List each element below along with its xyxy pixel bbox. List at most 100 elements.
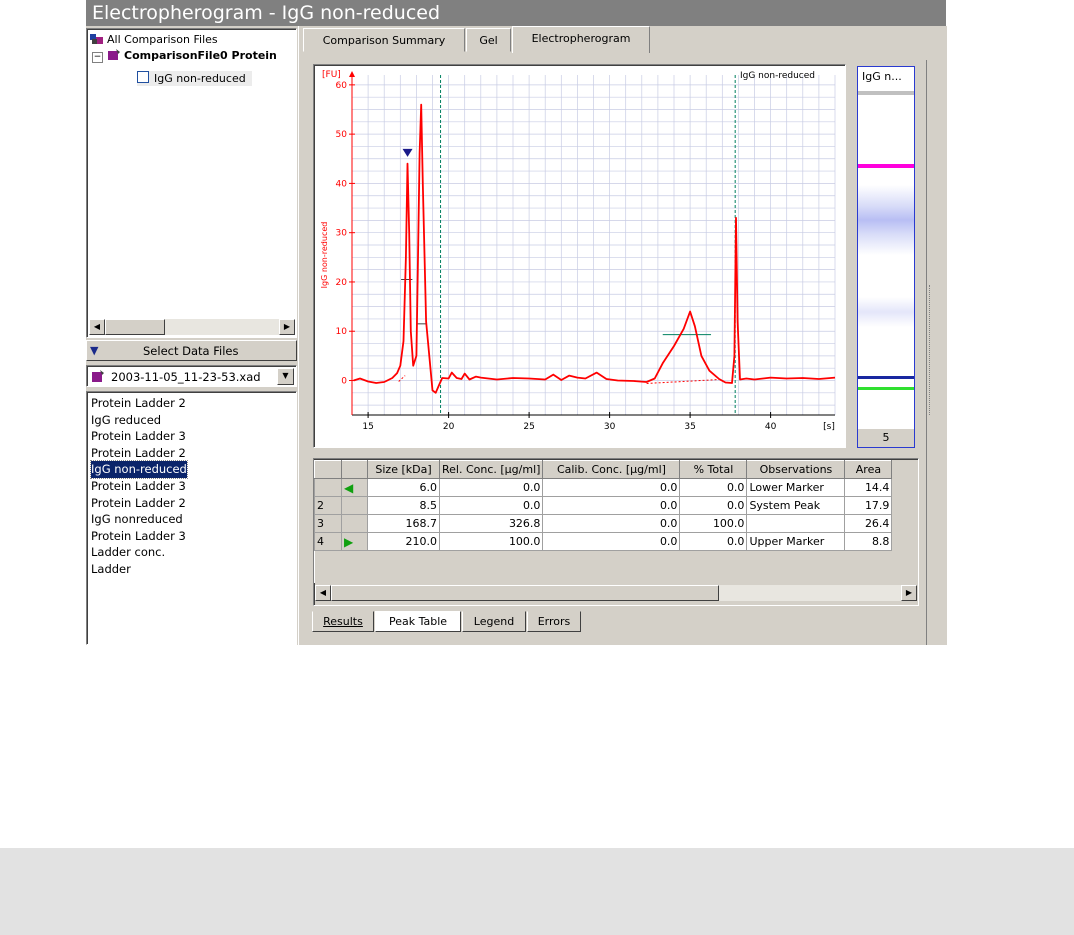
y-tick-label: 60	[336, 81, 348, 91]
x-tick-label: 35	[684, 422, 695, 432]
cell-area: 14.4	[844, 478, 893, 497]
cell-observations: Lower Marker	[746, 478, 846, 497]
row-header: 4	[314, 532, 342, 551]
cell-calib-conc: 0.0	[542, 514, 681, 533]
y-tick-label: 30	[336, 229, 348, 239]
comparison-tree[interactable]: All Comparison Files − ComparisonFile0 P…	[86, 28, 297, 338]
scroll-left-icon[interactable]: ◀	[89, 319, 105, 335]
row-header: 3	[314, 514, 342, 533]
col-header[interactable]	[314, 460, 342, 479]
col-header-rel-conc[interactable]: Rel. Conc. [µg/ml]	[438, 460, 544, 479]
sample-list-item[interactable]: IgG nonreduced	[91, 511, 183, 528]
cell-observations	[746, 514, 846, 533]
y-unit-label: [FU]	[322, 70, 341, 80]
marker-cell	[341, 514, 368, 533]
y-tick-label: 0	[341, 377, 347, 387]
col-header[interactable]	[341, 460, 368, 479]
tab-results[interactable]: Results	[312, 611, 374, 632]
sample-list-item[interactable]: Protein Ladder 3	[91, 428, 186, 445]
sample-list-item[interactable]: IgG reduced	[91, 412, 161, 429]
sample-list-item[interactable]: Protein Ladder 3	[91, 478, 186, 495]
x-tick-label: 30	[604, 422, 616, 432]
gel-lane-label: IgG n...	[858, 67, 914, 95]
col-header-pct-total[interactable]: % Total	[679, 460, 748, 479]
peak-table[interactable]: Size [kDa] Rel. Conc. [µg/ml] Calib. Con…	[314, 460, 893, 583]
cell-size: 168.7	[367, 514, 440, 533]
comparison-files-icon	[90, 33, 104, 45]
dropdown-arrow-icon[interactable]: ▼	[277, 368, 294, 385]
cell-calib-conc: 0.0	[542, 532, 681, 551]
cell-size: 6.0	[367, 478, 440, 497]
expand-triangle-icon[interactable]: ▼	[90, 344, 98, 357]
table-row[interactable]: 3 168.7 326.8 0.0 100.0 26.4	[314, 514, 893, 533]
collapse-icon[interactable]: −	[92, 52, 103, 63]
xad-file-icon	[91, 370, 105, 386]
scroll-right-icon[interactable]: ▶	[901, 585, 917, 601]
scroll-thumb[interactable]	[105, 319, 165, 335]
scroll-thumb[interactable]	[331, 585, 719, 601]
lower-marker-icon: ◀	[344, 480, 354, 495]
y-axis-title: IgG non-reduced	[320, 222, 329, 289]
gel-lane-panel[interactable]: IgG n... 5	[857, 66, 915, 448]
table-hscrollbar[interactable]: ◀ ▶	[315, 585, 917, 601]
sample-list-item[interactable]: IgG non-reduced	[90, 460, 188, 479]
sample-list-item[interactable]: Ladder conc.	[91, 544, 165, 561]
col-header-observations[interactable]: Observations	[746, 460, 846, 479]
select-data-files-bar[interactable]: ▼ Select Data Files	[86, 340, 297, 361]
tab-electropherogram[interactable]: Electropherogram	[512, 26, 650, 53]
gel-band-lower-marker	[858, 387, 914, 390]
cell-pct-total: 100.0	[679, 514, 748, 533]
select-data-files-label: Select Data Files	[143, 344, 239, 358]
table-row[interactable]: 4 ▶ 210.0 100.0 0.0 0.0 Upper Marker 8.8	[314, 532, 893, 551]
table-row[interactable]: 2 8.5 0.0 0.0 0.0 System Peak 17.9	[314, 496, 893, 515]
cell-area: 8.8	[844, 532, 893, 551]
scroll-left-icon[interactable]: ◀	[315, 585, 331, 601]
tree-root[interactable]: All Comparison Files	[90, 33, 218, 47]
splitter-grip[interactable]	[929, 285, 933, 415]
tab-legend[interactable]: Legend	[462, 611, 526, 632]
sample-list-item[interactable]: Ladder	[91, 561, 131, 578]
marker-cell: ◀	[341, 478, 368, 497]
tree-sample-node[interactable]: IgG non-reduced	[137, 71, 252, 86]
electropherogram-chart[interactable]: 0 10 20 30 40 50 60 15 20 25 30 35 40 [s] [FU] IgG non-…	[314, 65, 845, 447]
tab-errors[interactable]: Errors	[527, 611, 581, 632]
cell-observations: System Peak	[746, 496, 846, 515]
tab-peak-table[interactable]: Peak Table	[375, 611, 461, 632]
tab-comparison-summary[interactable]: Comparison Summary	[303, 28, 465, 52]
upper-marker-icon: ▶	[344, 534, 354, 549]
col-header-size[interactable]: Size [kDa]	[367, 460, 440, 479]
col-header-calib-conc[interactable]: Calib. Conc. [µg/ml]	[542, 460, 681, 479]
scroll-right-icon[interactable]: ▶	[279, 319, 295, 335]
marker-cell	[341, 496, 368, 515]
gel-band-peak	[858, 376, 914, 379]
sample-list-item[interactable]: Protein Ladder 2	[91, 445, 186, 462]
cell-calib-conc: 0.0	[542, 478, 681, 497]
cell-area: 26.4	[844, 514, 893, 533]
cell-calib-conc: 0.0	[542, 496, 681, 515]
table-row[interactable]: ◀ 6.0 0.0 0.0 0.0 Lower Marker 14.4	[314, 478, 893, 497]
x-unit-label: [s]	[823, 422, 835, 432]
table-empty-area	[314, 550, 892, 583]
cell-size: 210.0	[367, 532, 440, 551]
sample-list-item[interactable]: Protein Ladder 2	[91, 395, 186, 412]
tree-hscrollbar[interactable]: ◀ ▶	[89, 319, 295, 335]
chart-title: IgG non-reduced	[740, 71, 815, 81]
sample-list-item[interactable]: Protein Ladder 2	[91, 495, 186, 512]
sample-list[interactable]: Protein Ladder 2 IgG reduced Protein Ladde…	[86, 391, 297, 645]
tab-peak-table-label: Peak Table	[388, 615, 448, 628]
col-header-area[interactable]: Area	[844, 460, 893, 479]
baseline-dash	[646, 379, 720, 384]
file-dropdown[interactable]: 2003-11-05_11-23-53.xad ▼	[86, 365, 297, 387]
sample-checkbox-icon[interactable]	[137, 71, 149, 83]
y-tick-label: 50	[336, 130, 348, 140]
gel-lane-number: 5	[858, 429, 914, 447]
y-tick-label: 40	[336, 179, 348, 189]
right-splitter[interactable]	[926, 60, 937, 645]
x-tick-label: 40	[765, 422, 777, 432]
sample-list-item[interactable]: Protein Ladder 3	[91, 528, 186, 545]
tree-file-node[interactable]: − ComparisonFile0 Protein	[92, 49, 277, 63]
cell-rel-conc: 100.0	[438, 532, 544, 551]
row-header: 2	[314, 496, 342, 515]
cell-rel-conc: 326.8	[438, 514, 544, 533]
tab-gel[interactable]: Gel	[466, 28, 511, 52]
